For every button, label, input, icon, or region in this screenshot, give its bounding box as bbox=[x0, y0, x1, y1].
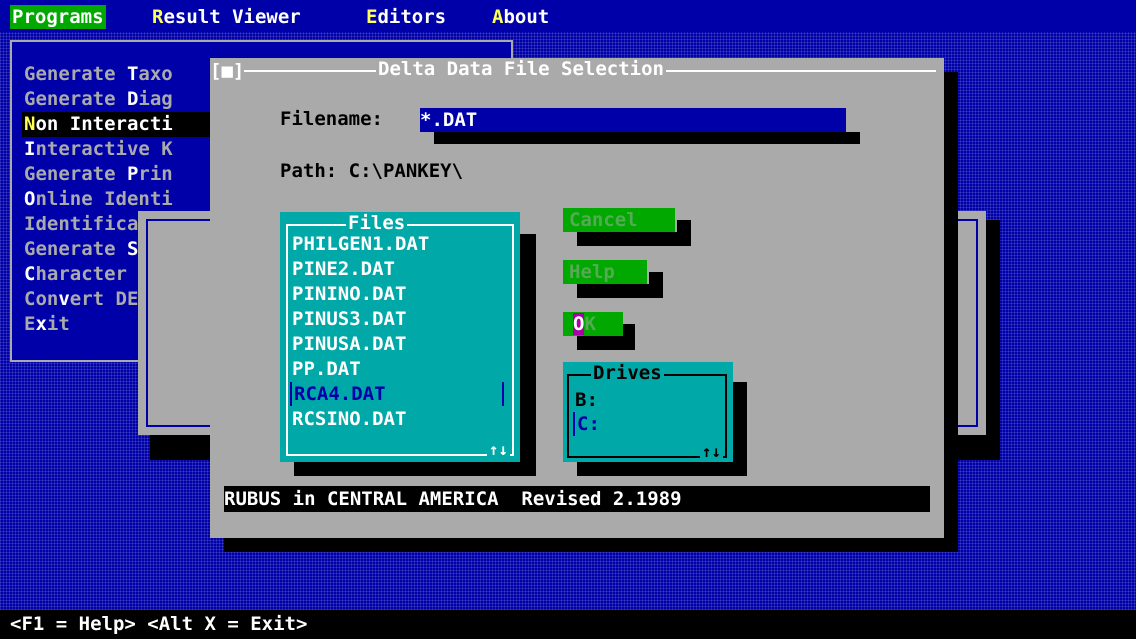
drive-item-focused[interactable]: C: bbox=[573, 412, 600, 436]
dialog-shadow-bottom bbox=[224, 538, 958, 552]
menu-item-generate-diag[interactable]: Generate Diag bbox=[24, 87, 173, 112]
delta-file-dialog: [■] Delta Data File Selection Filename: … bbox=[210, 58, 944, 538]
info-bar: RUBUS in CENTRAL AMERICA Revised 2.1989 bbox=[224, 486, 930, 512]
cancel-button-shadow bbox=[577, 232, 691, 246]
dialog-shadow-right bbox=[944, 72, 958, 552]
drive-item[interactable]: B: bbox=[575, 388, 598, 412]
list-item[interactable]: PINUS3.DAT bbox=[292, 307, 512, 331]
filename-value: *.DAT bbox=[420, 109, 478, 131]
drives-list-title: Drives bbox=[591, 362, 664, 384]
cancel-button-shadow-side bbox=[677, 220, 691, 244]
cancel-button[interactable]: Cancel bbox=[563, 208, 675, 232]
path-value: C:\PANKEY\ bbox=[348, 160, 464, 182]
menu-editors[interactable]: Editors bbox=[366, 5, 446, 29]
files-list-title: Files bbox=[346, 212, 408, 234]
status-bar: <F1 = Help> <Alt X = Exit> bbox=[0, 610, 1136, 639]
background-dialog-shadow bbox=[986, 220, 1000, 460]
menu-bar: Programs Result Viewer Editors About bbox=[0, 0, 1136, 32]
menu-item-non-interactive[interactable]: Non Interacti bbox=[22, 112, 224, 137]
filename-label: Filename: bbox=[280, 108, 383, 130]
menu-item-online-identification[interactable]: Online Identi bbox=[24, 187, 173, 212]
path-label: Path: C:\PANKEY\ bbox=[280, 160, 464, 182]
menu-about[interactable]: About bbox=[492, 5, 549, 29]
menu-item-generate-print[interactable]: Generate Prin bbox=[24, 162, 173, 187]
menu-result-viewer[interactable]: Result Viewer bbox=[152, 5, 301, 29]
dialog-title: Delta Data File Selection bbox=[376, 58, 666, 80]
menu-item-generate-taxo[interactable]: Generate Taxo bbox=[24, 62, 173, 87]
ok-button[interactable]: OK bbox=[563, 312, 623, 336]
filename-input[interactable]: *.DAT bbox=[420, 108, 846, 132]
help-button[interactable]: Help bbox=[563, 260, 647, 284]
ok-button-shadow-side bbox=[621, 324, 635, 348]
list-item[interactable]: PP.DAT bbox=[292, 357, 512, 381]
drives-list-shadow-bottom bbox=[577, 462, 747, 476]
list-item-focused[interactable]: RCA4.DAT bbox=[290, 382, 508, 406]
list-item[interactable]: PINUSA.DAT bbox=[292, 332, 512, 356]
help-button-shadow-side bbox=[649, 272, 663, 296]
scroll-arrows-icon[interactable]: ↑↓ bbox=[486, 440, 510, 459]
close-icon[interactable]: [■] bbox=[210, 60, 245, 82]
files-list-shadow-bottom bbox=[294, 462, 536, 476]
menu-programs[interactable]: Programs bbox=[10, 5, 106, 29]
menu-item-interactive-key[interactable]: Interactive K bbox=[24, 137, 173, 162]
list-item[interactable]: RCSINO.DAT bbox=[292, 407, 512, 431]
list-item[interactable]: PINE2.DAT bbox=[292, 257, 512, 281]
list-item[interactable]: PININO.DAT bbox=[292, 282, 512, 306]
files-list-shadow-right bbox=[520, 234, 536, 476]
files-list[interactable]: Files PHILGEN1.DAT PINE2.DAT PININO.DAT … bbox=[280, 212, 520, 462]
list-item[interactable]: PHILGEN1.DAT bbox=[292, 232, 512, 256]
drives-scroll-arrows-icon[interactable]: ↑↓ bbox=[699, 442, 723, 461]
menu-item-exit[interactable]: Exit bbox=[24, 312, 70, 337]
drives-list[interactable]: Drives B: C: ↑↓ bbox=[563, 362, 733, 462]
filename-field-shadow bbox=[434, 132, 860, 144]
